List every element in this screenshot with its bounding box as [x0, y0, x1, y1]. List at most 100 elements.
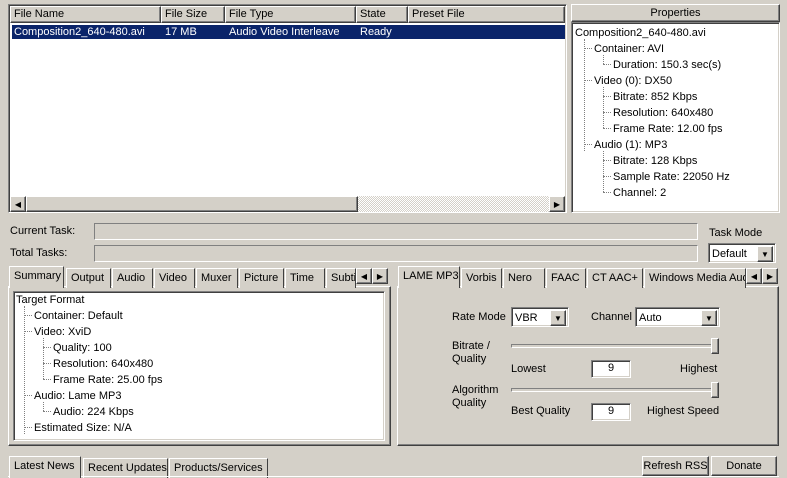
- tree-item[interactable]: Audio: Lame MP3: [34, 388, 121, 404]
- tab-windows-media-audio[interactable]: Windows Media Aud: [644, 268, 746, 288]
- tree-item[interactable]: Audio: 224 Kbps: [53, 404, 134, 420]
- tab-faac[interactable]: FAAC: [546, 268, 586, 288]
- column-header-file-type[interactable]: File Type: [225, 6, 356, 23]
- column-header-file-name[interactable]: File Name: [10, 6, 161, 23]
- bitrate-highest-label: Highest: [680, 363, 718, 375]
- channel-label: Channel: [591, 311, 632, 323]
- tab-scroll-right-button[interactable]: ▶: [372, 268, 388, 284]
- column-header-file-size[interactable]: File Size: [161, 6, 225, 23]
- tab-label: Products/Services: [174, 462, 263, 474]
- tree-item[interactable]: Container: AVI: [594, 41, 664, 57]
- tree-item[interactable]: Bitrate: 852 Kbps: [613, 89, 697, 105]
- tree-item[interactable]: Resolution: 640x480: [613, 105, 713, 121]
- tab-label: Recent Updates: [88, 462, 167, 474]
- tab-time[interactable]: Time: [285, 268, 325, 288]
- properties-header: Properties: [571, 4, 780, 22]
- arrow-left-icon: ◀: [360, 271, 368, 281]
- tab-latest-news[interactable]: Latest News: [9, 456, 81, 478]
- channel-select[interactable]: Auto ▼: [635, 307, 720, 327]
- tree-item[interactable]: Sample Rate: 22050 Hz: [613, 169, 730, 185]
- properties-tree[interactable]: Composition2_640-480.avi Container: AVI …: [571, 22, 780, 213]
- tab-audio[interactable]: Audio: [112, 268, 153, 288]
- tree-item[interactable]: Container: Default: [34, 308, 123, 324]
- tree-item[interactable]: Frame Rate: 12.00 fps: [613, 121, 722, 137]
- tree-item[interactable]: Audio (1): MP3: [594, 137, 667, 153]
- scroll-right-button[interactable]: ▶: [549, 196, 565, 212]
- tab-subtitle[interactable]: Subti: [326, 268, 356, 288]
- tab-muxer[interactable]: Muxer: [196, 268, 238, 288]
- donate-button[interactable]: Donate: [711, 456, 777, 476]
- scroll-left-button[interactable]: ◀: [10, 196, 26, 212]
- tree-item[interactable]: Target Format: [16, 292, 84, 308]
- current-task-label: Current Task:: [10, 225, 76, 237]
- tree-item[interactable]: Estimated Size: N/A: [34, 420, 132, 436]
- tab-vorbis[interactable]: Vorbis: [461, 268, 502, 288]
- task-mode-value: Default: [712, 248, 747, 260]
- scrollbar-thumb[interactable]: [26, 196, 358, 212]
- tab-label: Subti: [331, 272, 356, 284]
- chevron-down-icon[interactable]: ▼: [701, 310, 717, 326]
- task-mode-select[interactable]: Default ▼: [708, 243, 776, 263]
- tree-item[interactable]: Bitrate: 128 Kbps: [613, 153, 697, 169]
- tab-scroll-left-button[interactable]: ◀: [746, 268, 762, 284]
- tree-line: [603, 112, 611, 113]
- tree-item[interactable]: Resolution: 640x480: [53, 356, 153, 372]
- rate-mode-select[interactable]: VBR ▼: [511, 307, 569, 327]
- column-header-state[interactable]: State: [356, 6, 408, 23]
- tab-label: Audio: [117, 272, 146, 284]
- tab-label: Time: [290, 272, 315, 284]
- tab-recent-updates[interactable]: Recent Updates: [83, 458, 168, 478]
- tree-item[interactable]: Video (0): DX50: [594, 73, 672, 89]
- chevron-down-icon[interactable]: ▼: [550, 310, 566, 326]
- tab-summary[interactable]: Summary: [9, 266, 64, 288]
- table-row[interactable]: Composition2_640-480.avi 17 MB Audio Vid…: [12, 25, 565, 39]
- horizontal-scrollbar[interactable]: ◀ ▶: [10, 196, 565, 212]
- algorithm-highest-speed-label: Highest Speed: [647, 405, 720, 417]
- tree-line: [584, 80, 592, 81]
- tab-label: Vorbis: [466, 272, 497, 284]
- algorithm-slider-track[interactable]: [511, 388, 719, 392]
- tab-output[interactable]: Output: [66, 268, 111, 288]
- chevron-down-icon[interactable]: ▼: [757, 246, 773, 262]
- cell-file-name: Composition2_640-480.avi: [14, 26, 145, 38]
- arrow-right-icon: ▶: [376, 271, 384, 281]
- bitrate-slider-track[interactable]: [511, 344, 719, 348]
- tab-label: Video: [159, 272, 187, 284]
- tab-scroll-left-button[interactable]: ◀: [356, 268, 372, 284]
- tab-label: Picture: [244, 272, 279, 284]
- bitrate-value-field[interactable]: 9: [591, 360, 631, 378]
- tree-item[interactable]: Quality: 100: [53, 340, 112, 356]
- tab-scroll-right-button[interactable]: ▶: [762, 268, 778, 284]
- tab-products-services[interactable]: Products/Services: [169, 458, 268, 478]
- cell-state: Ready: [360, 26, 392, 38]
- tree-line: [24, 427, 32, 428]
- tab-lame-mp3[interactable]: LAME MP3: [398, 266, 460, 288]
- tab-label: Latest News: [14, 460, 75, 472]
- button-label: Donate: [726, 460, 762, 472]
- tree-item[interactable]: Channel: 2: [613, 185, 666, 201]
- tree-item[interactable]: Composition2_640-480.avi: [575, 25, 706, 41]
- arrow-left-icon: ◀: [14, 199, 22, 209]
- bitrate-slider-thumb[interactable]: [711, 338, 719, 354]
- right-tab-panel: [397, 286, 779, 446]
- tree-line: [43, 379, 51, 380]
- tab-picture[interactable]: Picture: [239, 268, 284, 288]
- algorithm-value-field[interactable]: 9: [591, 403, 631, 421]
- file-list[interactable]: File Name File Size File Type State Pres…: [8, 4, 567, 213]
- tree-item[interactable]: Frame Rate: 25.00 fps: [53, 372, 162, 388]
- column-label: File Type: [229, 8, 274, 20]
- tree-line: [24, 315, 32, 316]
- tree-line: [24, 331, 32, 332]
- tab-ct-aac-plus[interactable]: CT AAC+: [587, 268, 643, 288]
- algorithm-value: 9: [608, 405, 615, 417]
- column-header-preset-file[interactable]: Preset File: [408, 6, 565, 23]
- summary-tree[interactable]: Target Format Container: Default Video: …: [13, 291, 385, 441]
- tab-nero[interactable]: Nero: [503, 268, 545, 288]
- column-label: File Size: [165, 8, 208, 20]
- tree-item[interactable]: Duration: 150.3 sec(s): [613, 57, 721, 73]
- algorithm-slider-thumb[interactable]: [711, 382, 719, 398]
- tab-video[interactable]: Video: [154, 268, 195, 288]
- total-tasks-label: Total Tasks:: [10, 247, 68, 259]
- refresh-rss-button[interactable]: Refresh RSS: [642, 456, 709, 476]
- tree-line: [603, 128, 611, 129]
